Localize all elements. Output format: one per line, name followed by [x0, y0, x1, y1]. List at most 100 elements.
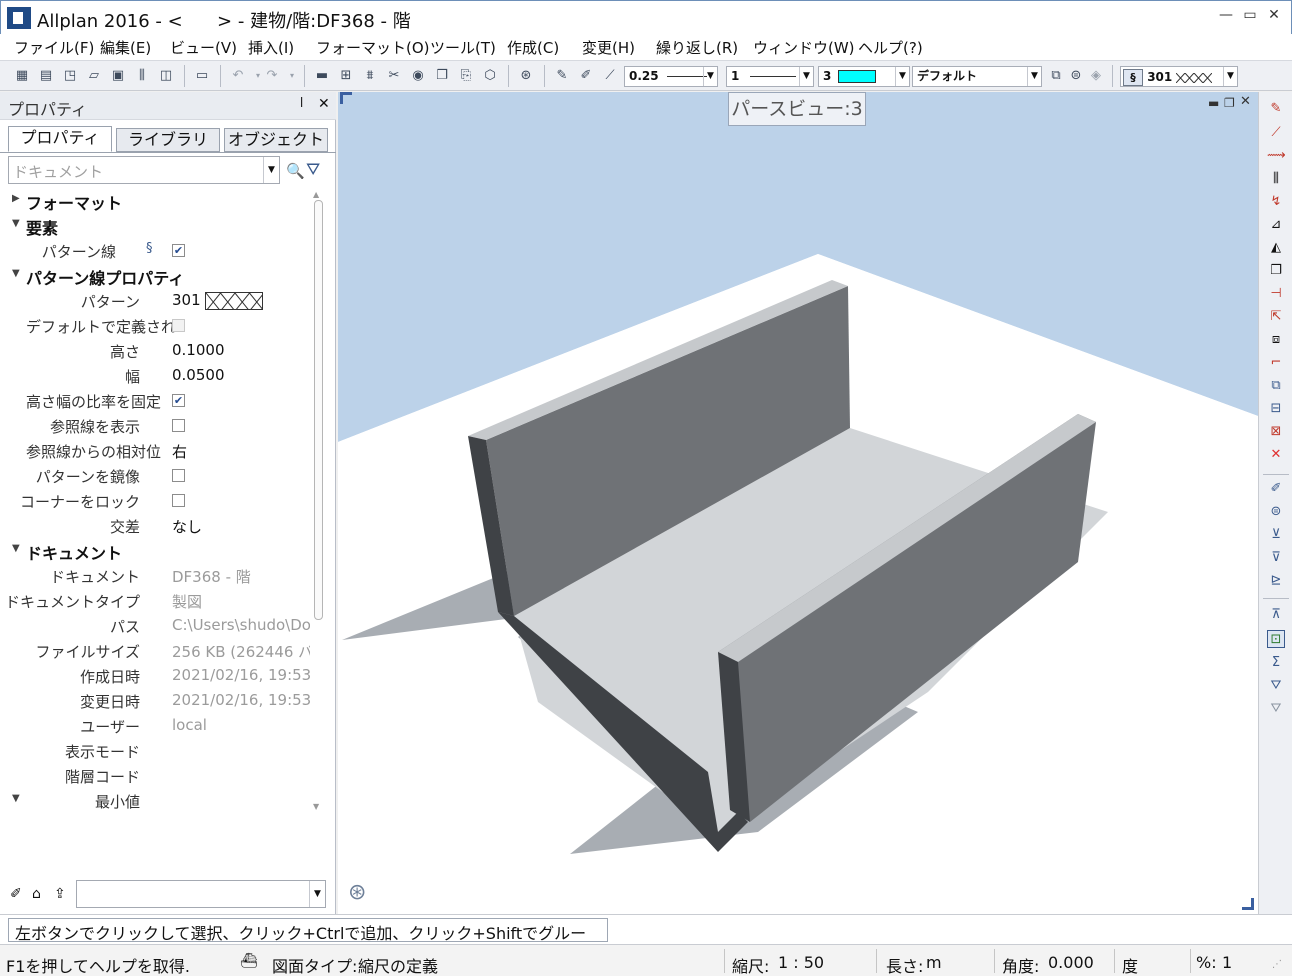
lock-corner-checkbox[interactable]	[172, 494, 185, 507]
filter-down-icon[interactable]: ⊻	[1267, 526, 1285, 544]
properties-scrollbar[interactable]	[314, 200, 323, 620]
stair-icon[interactable]: ⩩	[362, 68, 378, 84]
save-icon[interactable]: ▣	[110, 68, 126, 84]
scroll-up-icon[interactable]: ▲	[313, 190, 319, 199]
section-pattern-line-properties[interactable]: ▼ パターン線プロパティ	[0, 263, 312, 288]
move-icon[interactable]: ⟿	[1267, 147, 1286, 165]
pick-format-icon[interactable]: ✐	[578, 68, 594, 84]
section-element[interactable]: ▼ 要素	[0, 213, 312, 238]
drawing-type-value[interactable]: 縮尺の定義	[358, 953, 438, 976]
menu-create[interactable]: 作成(C)	[507, 37, 559, 58]
duplicate-icon[interactable]: ❐	[1267, 262, 1285, 280]
new-document-icon[interactable]: ◳	[62, 68, 78, 84]
default-defined-checkbox[interactable]	[172, 319, 185, 332]
menu-edit[interactable]: 編集(E)	[100, 37, 151, 58]
viewport-close-icon[interactable]: ✕	[1240, 94, 1251, 109]
palette-close-icon[interactable]: ✕	[318, 96, 330, 112]
scale-icon[interactable]: ◭	[1267, 239, 1285, 257]
export-icon[interactable]: ⫼	[134, 68, 150, 84]
delete-x-icon[interactable]: ✕	[1267, 446, 1285, 464]
modify-points-icon[interactable]: ⊠	[1267, 423, 1285, 441]
show-reference-line-checkbox[interactable]	[172, 419, 185, 432]
rotate-icon[interactable]: ↯	[1267, 193, 1285, 211]
menu-window[interactable]: ウィンドウ(W)	[753, 37, 855, 58]
measure-icon[interactable]: ▬	[314, 68, 330, 84]
view-icon[interactable]: ◉	[410, 68, 426, 84]
angle-unit[interactable]: 度	[1122, 953, 1138, 976]
length-unit[interactable]: m	[926, 953, 942, 972]
mirror-copy-icon[interactable]: ⊿	[1267, 216, 1285, 234]
section-format[interactable]: ▶ フォーマット	[0, 188, 312, 213]
color-select[interactable]: 3 ▼	[818, 66, 910, 87]
cube-icon[interactable]: ⬡	[482, 68, 498, 84]
filter-off-icon[interactable]: ⛛	[1267, 700, 1285, 718]
pattern-select[interactable]: § 301 ▼	[1120, 66, 1238, 87]
viewport-minimize-icon[interactable]: ▬	[1208, 96, 1219, 110]
help-search-icon[interactable]: ⊛	[518, 68, 534, 84]
layer-visibility-icon[interactable]: ⧉	[1048, 68, 1064, 84]
scale-value[interactable]: 1 : 50	[778, 953, 824, 972]
dimension-icon[interactable]: ⊞	[338, 68, 354, 84]
scroll-down-icon[interactable]: ▼	[313, 802, 319, 811]
fix-ratio-checkbox[interactable]: ✔	[172, 394, 185, 407]
pattern-line-checkbox[interactable]: ✔	[172, 244, 185, 257]
layer-select[interactable]: デフォルト ▼	[912, 66, 1042, 87]
intersection-value[interactable]: なし	[172, 516, 310, 537]
copy-transform-icon[interactable]: ⟋	[1267, 124, 1285, 142]
delete-icon[interactable]: ✎	[1267, 100, 1285, 118]
paste-icon[interactable]: ⎘	[458, 68, 474, 84]
pin-icon[interactable]: ꟾ	[300, 97, 303, 110]
document-selector[interactable]: ドキュメント ▼	[8, 156, 280, 184]
redo-dropdown-icon[interactable]: ▾	[284, 68, 300, 84]
menu-file[interactable]: ファイル(F)	[14, 37, 94, 58]
copy-icon[interactable]: ❐	[434, 68, 450, 84]
open-project-icon[interactable]: ▦	[14, 68, 30, 84]
align-icon[interactable]: ⊣	[1267, 285, 1285, 303]
offset-icon[interactable]: ⧈	[1267, 331, 1285, 349]
modify-format-icon[interactable]: ⊜	[1267, 503, 1285, 521]
height-value[interactable]: 0.1000	[172, 341, 310, 359]
fillet-icon[interactable]: ⌐	[1267, 354, 1285, 372]
open-files-icon[interactable]: ▤	[38, 68, 54, 84]
viewport-restore-icon[interactable]: ❐	[1224, 96, 1235, 110]
line-type-select[interactable]: 1 ▼	[726, 66, 814, 87]
sum-icon[interactable]: Σ	[1267, 654, 1285, 672]
cut-icon[interactable]: ✂	[386, 68, 402, 84]
percent-value[interactable]: 1	[1222, 953, 1232, 972]
layout-icon[interactable]: ▭	[194, 68, 210, 84]
search-icon[interactable]: 🔍	[286, 162, 305, 180]
filter-icon[interactable]: ⛛	[306, 160, 320, 180]
menu-tools[interactable]: ツール(T)	[430, 37, 496, 58]
close-button[interactable]: ✕	[1263, 7, 1285, 27]
tab-objects[interactable]: オブジェクト	[224, 128, 328, 152]
favorites-select[interactable]: ▼	[76, 880, 326, 908]
format-brush-icon[interactable]: ✎	[554, 68, 570, 84]
navigation-cube-icon[interactable]: ⊛	[348, 880, 366, 905]
menu-view[interactable]: ビュー(V)	[170, 37, 237, 58]
filter-icon[interactable]: ⛛	[1267, 677, 1285, 695]
layer-lock-icon[interactable]: ◈	[1088, 68, 1104, 84]
resize-grip-icon[interactable]: ⋰	[1272, 959, 1282, 970]
mirror-pattern-checkbox[interactable]	[172, 469, 185, 482]
angle-value[interactable]: 0.000	[1048, 953, 1094, 972]
menu-help[interactable]: ヘルプ(?)	[858, 37, 923, 58]
filter-select-icon[interactable]: ⊼	[1267, 606, 1285, 624]
minimize-button[interactable]: —	[1215, 7, 1237, 27]
eyedropper-icon[interactable]: ✐	[10, 886, 22, 902]
plot-icon[interactable]: ◫	[158, 68, 174, 84]
menu-modify[interactable]: 変更(H)	[582, 37, 635, 58]
favorite-open-icon[interactable]: ⌂	[32, 886, 41, 902]
join-icon[interactable]: ⧉	[1267, 377, 1285, 395]
relative-position-value[interactable]: 右	[172, 441, 310, 462]
stretch-icon[interactable]: ⇱	[1267, 308, 1285, 326]
chevron-down-icon[interactable]: ▼	[12, 793, 20, 804]
filter-check-icon[interactable]: ⊽	[1267, 549, 1285, 567]
redo-icon[interactable]: ↷	[264, 68, 280, 84]
eyedropper-icon[interactable]: ⟋	[602, 68, 618, 84]
tab-properties[interactable]: プロパティ	[8, 126, 112, 152]
restore-button[interactable]: ▭	[1239, 7, 1261, 27]
pick-properties-icon[interactable]: ✐	[1267, 480, 1285, 498]
mirror-icon[interactable]: ⫼	[1267, 170, 1285, 188]
pen-thickness-select[interactable]: 0.25 ▼	[624, 66, 718, 87]
favorite-save-icon[interactable]: ⇪	[54, 886, 66, 902]
